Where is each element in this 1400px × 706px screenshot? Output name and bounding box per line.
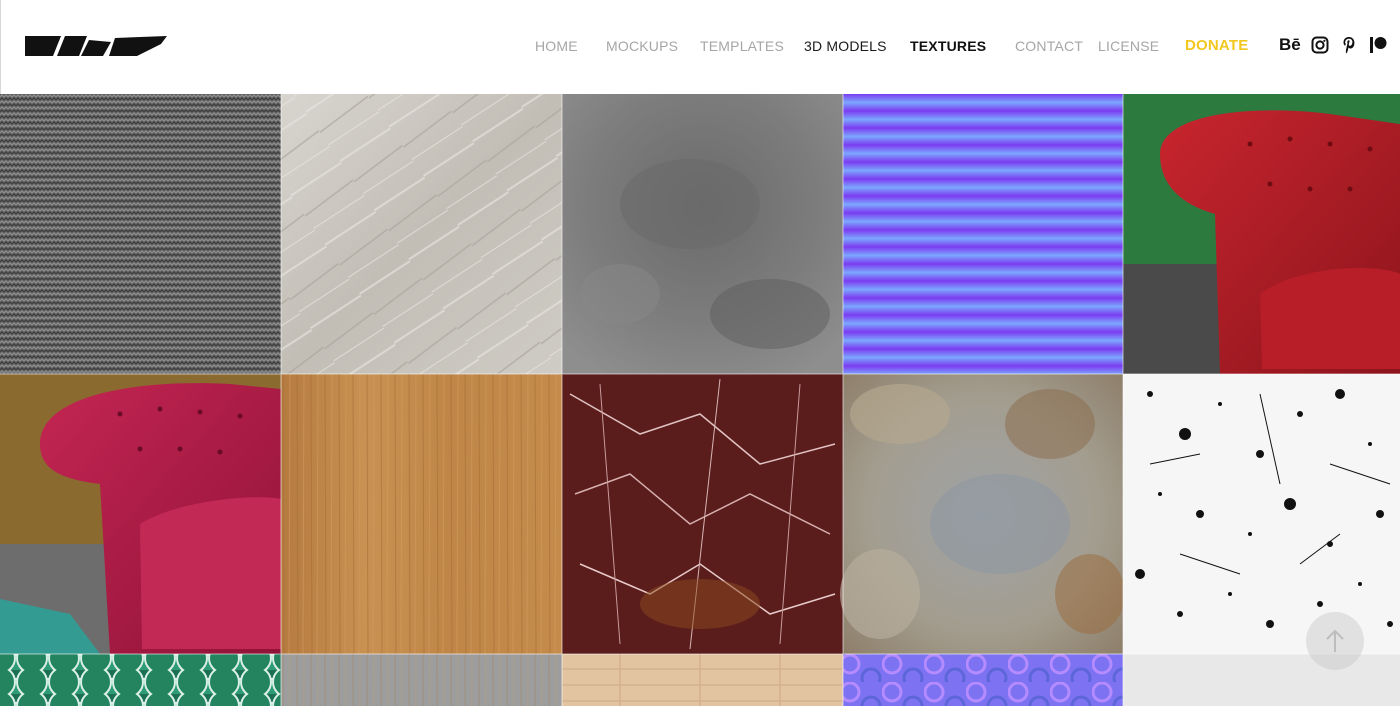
nav-textures[interactable]: TEXTURES — [910, 36, 986, 56]
texture-tile-oak-wood[interactable] — [281, 374, 562, 654]
site-header: HOME MOCKUPS TEMPLATES 3D MODELS TEXTURE… — [0, 0, 1400, 94]
nav-donate[interactable]: DONATE — [1185, 36, 1248, 56]
arrow-up-icon — [1326, 629, 1344, 652]
texture-tile-pink-velvet-chesterfield[interactable] — [0, 374, 281, 654]
texture-tile-normal-map-dots[interactable] — [843, 654, 1123, 706]
texture-tile-green-fish-scale-tiles[interactable] — [0, 654, 281, 706]
instagram-icon[interactable] — [1311, 35, 1329, 55]
nav-3d-models[interactable]: 3D MODELS — [804, 36, 887, 56]
nav-license[interactable]: LICENSE — [1098, 36, 1159, 56]
behance-label: Bē — [1279, 35, 1301, 54]
texture-tile-grey-wood[interactable] — [281, 654, 562, 706]
nav-contact[interactable]: CONTACT — [1015, 36, 1083, 56]
pinterest-icon[interactable] — [1341, 35, 1357, 55]
behance-icon[interactable]: Bē — [1279, 35, 1303, 55]
patreon-icon[interactable] — [1369, 35, 1387, 55]
scroll-to-top-button[interactable] — [1306, 612, 1364, 670]
nav-home[interactable]: HOME — [535, 36, 578, 56]
texture-tile-grey-knit-fabric[interactable] — [0, 94, 281, 374]
nav-mockups[interactable]: MOCKUPS — [606, 36, 678, 56]
texture-tile-grey-concrete[interactable] — [562, 94, 843, 374]
texture-tile-rusty-plaster[interactable] — [843, 374, 1123, 654]
site-logo[interactable] — [25, 32, 169, 58]
texture-tile-normal-map-stripes[interactable] — [843, 94, 1123, 374]
texture-tile-red-leather-chesterfield[interactable] — [1123, 94, 1400, 374]
texture-grid — [0, 94, 1400, 706]
texture-tile-light-wood-planks[interactable] — [562, 654, 843, 706]
texture-tile-red-marble[interactable] — [562, 374, 843, 654]
texture-tile-light-stone[interactable] — [281, 94, 562, 374]
nav-templates[interactable]: TEMPLATES — [700, 36, 784, 56]
